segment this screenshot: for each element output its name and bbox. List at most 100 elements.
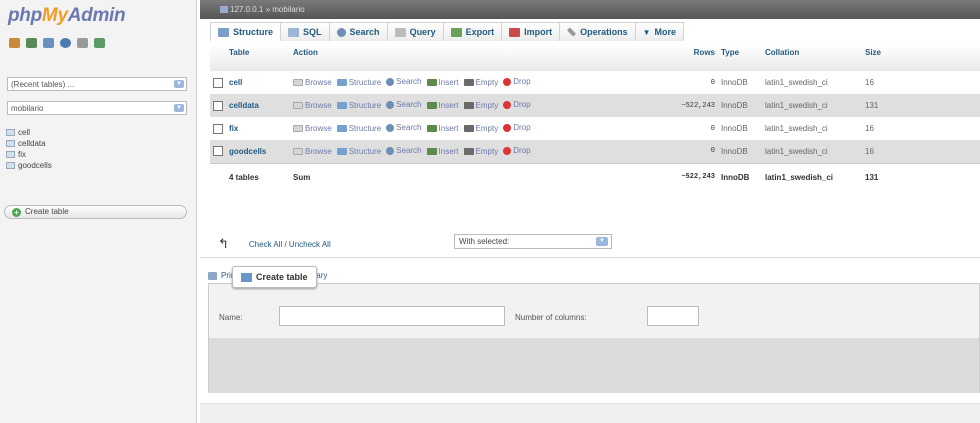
search-icon [386, 77, 395, 86]
nav-create-table-button[interactable]: + Create table [4, 205, 187, 219]
search-action[interactable]: Search [386, 123, 422, 132]
insert-action[interactable]: Insert [426, 78, 459, 87]
search-action[interactable]: Search [386, 77, 422, 86]
drop-action[interactable]: Drop [503, 77, 531, 86]
name-label: Name: [219, 313, 243, 322]
reload-icon[interactable] [94, 38, 105, 48]
row-count: 0 [662, 71, 718, 94]
structure-icon [336, 101, 347, 109]
nav-table-item[interactable]: celldata [6, 138, 52, 149]
insert-icon [426, 101, 437, 109]
tab-query[interactable]: Query [386, 22, 444, 41]
nav-table-item[interactable]: cell [6, 127, 52, 138]
table-row: cell Browse Structure Search Insert Empty Drop… [210, 71, 980, 94]
table-row: fix Browse Structure Search Insert Empty Drop 0… [210, 117, 980, 140]
search-icon [386, 123, 395, 132]
footer-size: 131 [862, 162, 980, 191]
column-header-collation[interactable]: Collation [762, 45, 862, 71]
column-header-table[interactable]: Table [226, 45, 290, 71]
row-size: 16 [862, 140, 980, 163]
plus-icon: + [12, 207, 21, 217]
drop-action[interactable]: Drop [503, 146, 531, 155]
table-name-input[interactable] [279, 306, 505, 326]
row-checkbox[interactable] [213, 146, 223, 157]
bottom-bar [200, 403, 980, 423]
empty-action[interactable]: Empty [463, 101, 498, 110]
search-action[interactable]: Search [386, 100, 422, 109]
structure-action[interactable]: Structure [336, 124, 381, 133]
structure-action[interactable]: Structure [336, 101, 381, 110]
insert-icon [426, 147, 437, 155]
arrow-up-icon: ↰ [218, 236, 229, 251]
row-actions: Browse Structure Search Insert Empty Drop [290, 71, 662, 94]
row-size: 16 [862, 117, 980, 140]
search-action[interactable]: Search [386, 146, 422, 155]
insert-action[interactable]: Insert [426, 101, 459, 110]
tab-more[interactable]: ▼ More [634, 22, 685, 41]
tab-operations[interactable]: Operations [559, 22, 636, 41]
structure-action[interactable]: Structure [336, 147, 381, 156]
structure-icon [336, 124, 347, 132]
drop-icon [503, 100, 512, 109]
tab-sql[interactable]: SQL [280, 22, 330, 41]
insert-action[interactable]: Insert [426, 124, 459, 133]
import-icon [509, 27, 521, 37]
database-icon[interactable] [26, 38, 37, 48]
tab-import[interactable]: Import [501, 22, 561, 41]
empty-action[interactable]: Empty [463, 78, 498, 87]
tab-search[interactable]: Search [328, 22, 388, 41]
table-name-link[interactable]: cell [229, 78, 242, 87]
browse-action[interactable]: Browse [293, 147, 332, 156]
insert-action[interactable]: Insert [426, 147, 459, 156]
nav-icon-bar [9, 38, 105, 48]
column-header-rows[interactable]: Rows [662, 45, 718, 71]
drop-action[interactable]: Drop [503, 123, 531, 132]
table-name-link[interactable]: fix [229, 124, 238, 133]
nav-table-list: cell celldata fix goodcells [6, 127, 52, 171]
docs-icon[interactable] [60, 38, 71, 48]
navigation-panel: phpMyAdmin (Recent tables) ... ▼ mobilar… [0, 0, 197, 423]
structure-action[interactable]: Structure [336, 78, 381, 87]
row-collation: latin1_swedish_ci [762, 71, 862, 94]
browse-icon [293, 101, 303, 109]
table-row: celldata Browse Structure Search Insert Empty… [210, 94, 980, 117]
footer-rows: ~522,243 [662, 162, 718, 191]
table-name-link[interactable]: celldata [229, 101, 259, 110]
drop-action[interactable]: Drop [503, 100, 531, 109]
phpmyadmin-logo[interactable]: phpMyAdmin [8, 5, 126, 27]
empty-action[interactable]: Empty [463, 124, 498, 133]
column-header-type[interactable]: Type [718, 45, 762, 71]
check-all-link[interactable]: Check All / Uncheck All [249, 240, 331, 249]
nav-table-item[interactable]: fix [6, 149, 52, 160]
row-checkbox[interactable] [213, 77, 223, 88]
drop-icon [503, 146, 512, 155]
row-checkbox[interactable] [213, 100, 223, 111]
query-icon[interactable] [43, 38, 54, 48]
browse-action[interactable]: Browse [293, 78, 332, 87]
row-actions: Browse Structure Search Insert Empty Drop [290, 94, 662, 117]
row-collation: latin1_swedish_ci [762, 94, 862, 117]
breadcrumb: 127.0.0.1 » mobilario [200, 0, 980, 19]
tab-structure[interactable]: Structure [210, 22, 282, 41]
footer-sum: Sum [290, 162, 662, 191]
tab-export[interactable]: Export [442, 22, 503, 41]
database-select[interactable]: mobilario ▼ [7, 101, 187, 115]
settings-icon[interactable] [77, 38, 88, 48]
empty-action[interactable]: Empty [463, 147, 498, 156]
row-checkbox[interactable] [213, 123, 223, 134]
table-icon [6, 151, 15, 158]
nav-table-item[interactable]: goodcells [6, 160, 52, 171]
browse-action[interactable]: Browse [293, 101, 332, 110]
recent-tables-select[interactable]: (Recent tables) ... ▼ [7, 77, 187, 91]
server-icon [220, 6, 228, 14]
browse-action[interactable]: Browse [293, 124, 332, 133]
row-actions: Browse Structure Search Insert Empty Drop [290, 140, 662, 163]
chevron-down-icon: ▼ [642, 27, 651, 37]
column-count-input[interactable] [647, 306, 699, 326]
row-actions: Browse Structure Search Insert Empty Drop [290, 117, 662, 140]
table-name-link[interactable]: goodcells [229, 147, 266, 156]
with-selected-select[interactable]: With selected: ▼ [454, 234, 612, 249]
home-icon[interactable] [9, 38, 20, 48]
column-header-size[interactable]: Size [862, 45, 980, 71]
drop-icon [503, 123, 512, 132]
